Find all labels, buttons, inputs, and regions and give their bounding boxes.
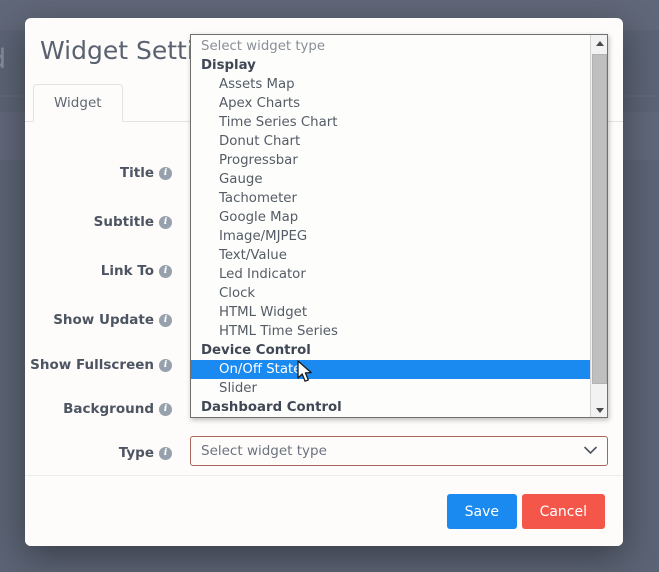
tab-widget[interactable]: Widget — [33, 84, 123, 122]
dropdown-option[interactable]: HTML Widget — [191, 303, 591, 322]
info-icon[interactable]: i — [159, 446, 172, 460]
scrollbar-thumb[interactable] — [592, 54, 607, 384]
scroll-up-arrow-icon[interactable] — [591, 35, 607, 52]
dropdown-option[interactable]: Text/Value — [191, 246, 591, 265]
save-button[interactable]: Save — [446, 494, 517, 529]
dropdown-option[interactable]: Progressbar — [191, 151, 591, 170]
dropdown-option[interactable]: Assets Map — [191, 75, 591, 94]
dropdown-option[interactable]: Clock — [191, 284, 591, 303]
dropdown-option[interactable]: Apex Charts — [191, 94, 591, 113]
widget-type-select[interactable]: Select widget type — [190, 436, 608, 466]
dropdown-group-label: Device Control — [201, 343, 311, 358]
dropdown-option[interactable]: Led Indicator — [191, 265, 591, 284]
label-background: Background — [63, 401, 154, 417]
info-icon[interactable]: i — [159, 264, 172, 278]
widget-type-dropdown-list[interactable]: Select widget type Display Assets Map Apex … — [190, 34, 608, 418]
dropdown-option[interactable]: Time Series Chart — [191, 113, 591, 132]
info-icon[interactable]: i — [159, 166, 172, 180]
label-show-fullscreen: Show Fullscreen — [30, 357, 154, 373]
cancel-button[interactable]: Cancel — [521, 494, 605, 529]
label-subtitle-wrap: Subtitle i — [25, 205, 175, 239]
dropdown-group-label: Display — [201, 58, 256, 73]
label-background-wrap: Background i — [25, 392, 175, 426]
dropdown-option[interactable]: On/Off State — [191, 360, 591, 379]
label-link-to: Link To — [100, 263, 154, 279]
modal-footer: Save Cancel — [25, 475, 623, 546]
dropdown-option[interactable]: Donut Chart — [191, 132, 591, 151]
info-icon[interactable]: i — [159, 313, 172, 327]
scroll-down-arrow-icon[interactable] — [591, 402, 607, 417]
chevron-down-icon — [584, 445, 597, 458]
label-type-wrap: Type i — [25, 436, 175, 470]
dropdown-option[interactable]: Select widget type — [191, 37, 591, 56]
dropdown-group-label: Dashboard Control — [201, 400, 342, 415]
widget-type-select-value: Select widget type — [201, 443, 327, 459]
dropdown-option[interactable]: Gauge — [191, 170, 591, 189]
label-title-wrap: Title i — [25, 156, 175, 190]
dropdown-option[interactable]: HTML Time Series — [191, 322, 591, 341]
label-link-to-wrap: Link To i — [25, 254, 175, 288]
widget-settings-modal: Widget Settings Widget Title i Subtitle … — [25, 18, 623, 546]
form-row-type: Type i Select widget type — [25, 436, 623, 470]
label-show-fullscreen-wrap: Show Fullscreen i — [25, 348, 175, 382]
dropdown-option[interactable]: Google Map — [191, 208, 591, 227]
label-type: Type — [118, 445, 154, 461]
label-show-update: Show Update — [53, 312, 154, 328]
dropdown-option[interactable]: Tachometer — [191, 189, 591, 208]
background-title-text: Dashboard — [0, 44, 6, 75]
tab-widget-label: Widget — [54, 95, 102, 111]
dropdown-option[interactable]: Slider — [191, 379, 591, 398]
label-show-update-wrap: Show Update i — [25, 303, 175, 337]
info-icon[interactable]: i — [159, 402, 172, 416]
info-icon[interactable]: i — [159, 215, 172, 229]
dropdown-scrollbar[interactable] — [590, 35, 607, 417]
dropdown-option[interactable]: Image/MJPEG — [191, 227, 591, 246]
dropdown-options: Select widget type Display Assets Map Apex … — [191, 35, 591, 417]
label-subtitle: Subtitle — [93, 214, 154, 230]
info-icon[interactable]: i — [159, 358, 172, 372]
label-title: Title — [119, 165, 154, 181]
